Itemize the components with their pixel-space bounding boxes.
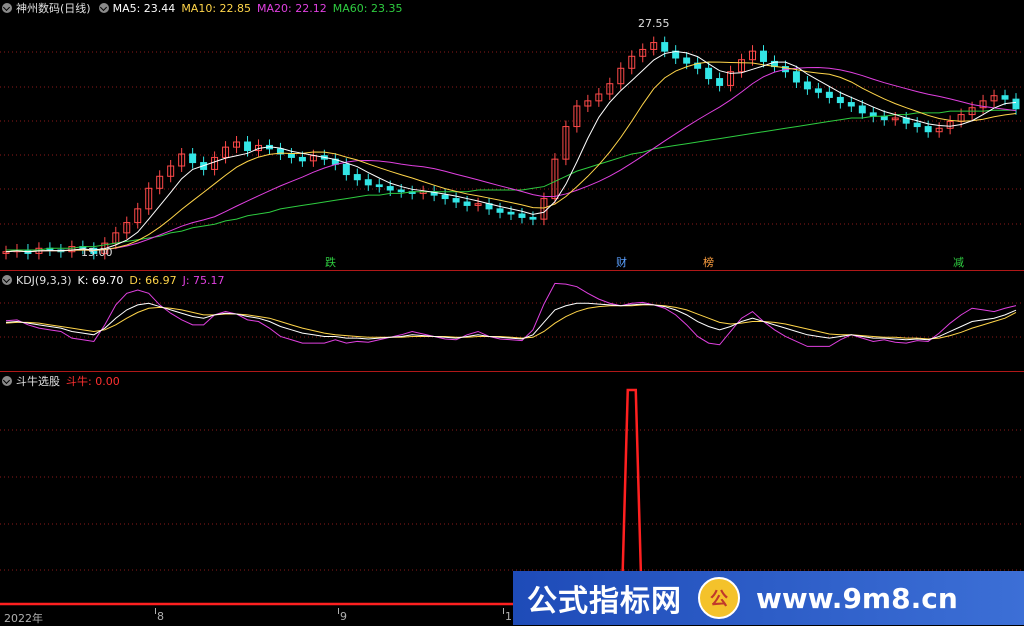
candle-body [441, 194, 449, 200]
candle-body [397, 189, 405, 193]
candle-body [880, 115, 888, 121]
candle-body [507, 211, 515, 215]
candle-body [792, 71, 800, 83]
candle-body [924, 126, 932, 133]
candle-body [452, 198, 460, 203]
candle-body [189, 153, 197, 164]
candle-body [287, 153, 295, 158]
ma5-line [5, 50, 1017, 253]
high-price-label: 27.55 [638, 17, 670, 30]
x-tick-label: 9 [340, 610, 347, 623]
candle-body [1012, 98, 1020, 110]
watermark-title: 公式指标网 [527, 584, 682, 619]
x-tick-mark [338, 608, 339, 614]
candle-body [386, 186, 394, 191]
candle-body [760, 50, 767, 62]
candle-body [661, 42, 669, 52]
candle-body [518, 213, 526, 218]
event-badge-cai[interactable]: 财 [615, 256, 628, 269]
event-badge-die[interactable]: 跌 [324, 256, 337, 269]
candle-body [496, 208, 504, 213]
candle-body [342, 163, 350, 176]
candle-body [847, 102, 855, 107]
ma10-line [5, 61, 1017, 253]
candle-body [803, 81, 811, 90]
candle-body [858, 105, 866, 114]
candle-body [683, 57, 691, 64]
x-tick-mark [503, 608, 504, 614]
kdj-d-line [5, 304, 1017, 340]
low-price-label: 15.00 [81, 246, 113, 259]
candle-body [825, 91, 833, 98]
x-tick-label: 2022年 [4, 612, 43, 625]
candle-body [913, 122, 921, 128]
candle-body [375, 184, 383, 188]
event-badge-bang[interactable]: 榜 [702, 256, 715, 269]
candle-body [463, 201, 471, 206]
watermark-logo-icon: 公 [698, 577, 740, 619]
candle-body [869, 112, 877, 117]
candle-body [836, 96, 844, 104]
event-badge-jian[interactable]: 减 [952, 256, 965, 269]
candle-body [705, 67, 713, 80]
chart-canvas[interactable] [0, 0, 1024, 608]
x-tick-label: 8 [157, 610, 164, 623]
candle-body [716, 78, 724, 86]
candle-body [364, 179, 372, 186]
candle-body [353, 174, 361, 181]
candle-body [1001, 95, 1009, 100]
candle-body [298, 156, 306, 162]
candle-body [529, 216, 537, 220]
watermark-url: www.9m8.cn [756, 581, 958, 615]
candle-body [814, 88, 822, 93]
x-tick-mark [155, 608, 156, 614]
x-tick-label: 1 [505, 610, 512, 623]
watermark-banner: 公式指标网 公 www.9m8.cn [513, 571, 1024, 625]
candle-body [244, 141, 252, 152]
kdj-k-line [5, 302, 1017, 341]
